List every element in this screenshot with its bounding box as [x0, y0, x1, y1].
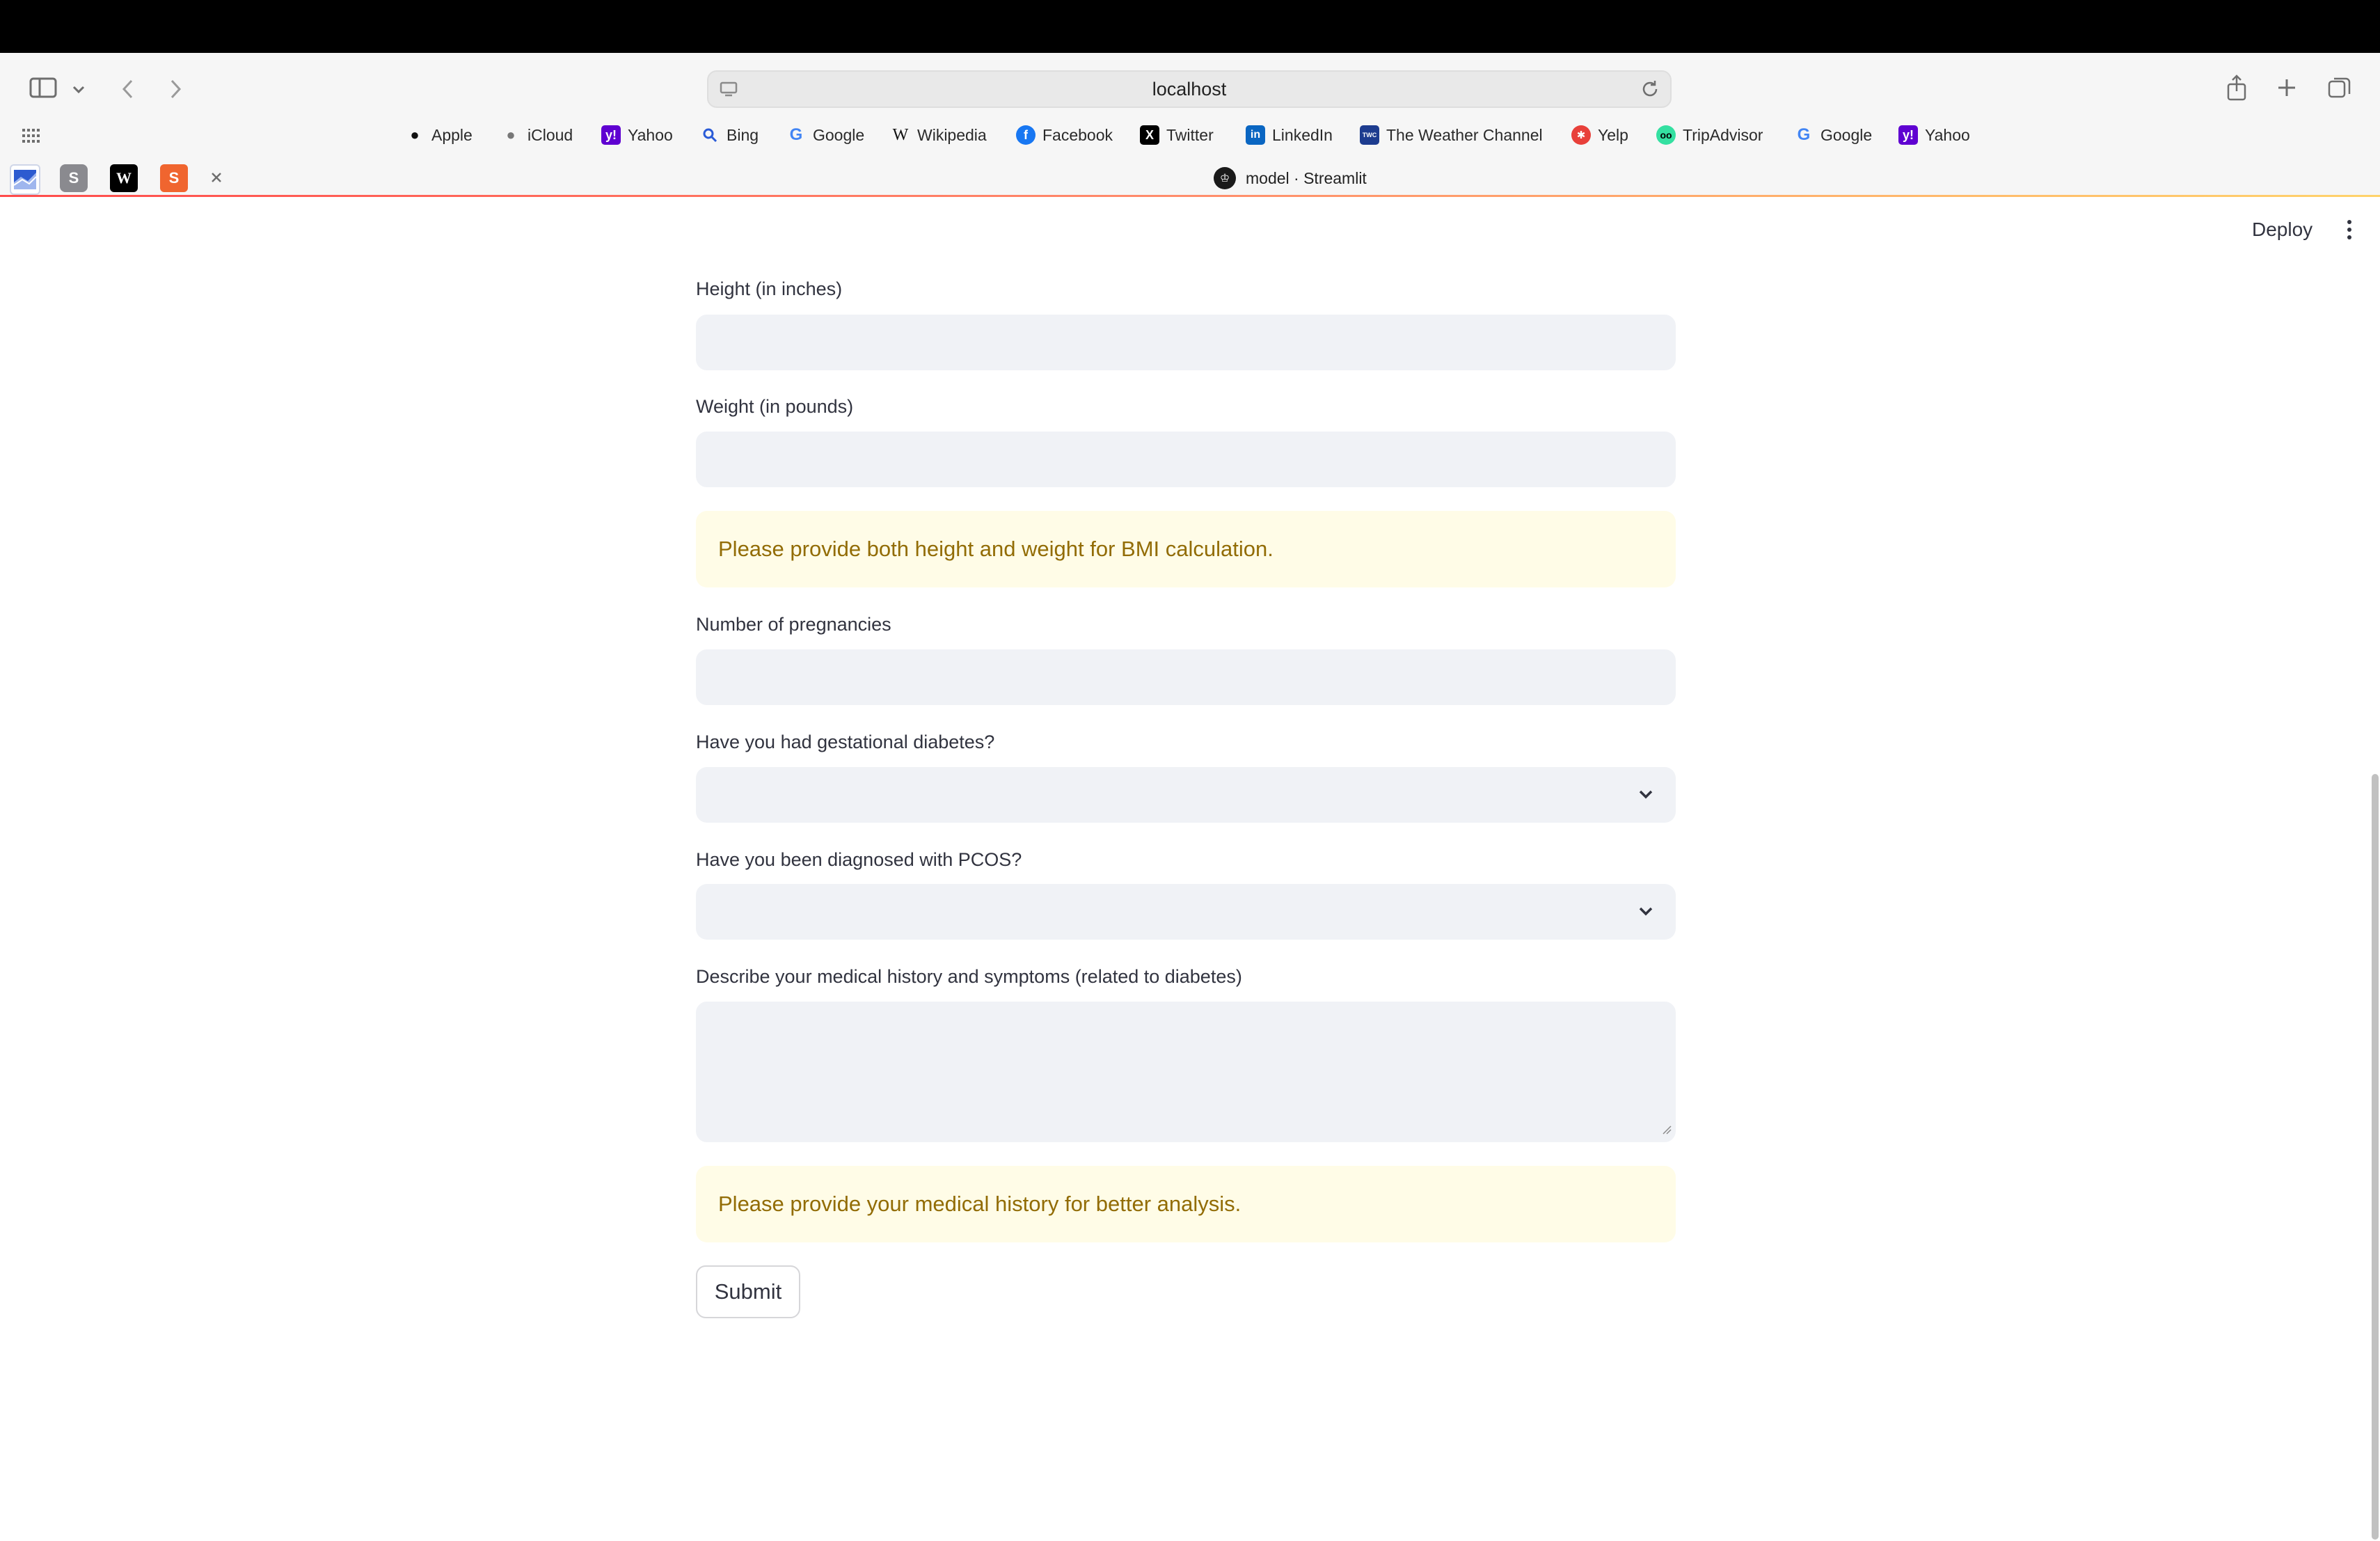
yelp-icon: ✱ — [1571, 125, 1591, 145]
bookmark-apple[interactable]: ● Apple — [405, 121, 473, 149]
bookmark-label: Google — [813, 125, 865, 144]
bookmark-label: Apple — [431, 125, 473, 144]
height-label: Height (in inches) — [696, 278, 843, 299]
header-decoration-line — [0, 195, 2380, 197]
back-icon[interactable] — [117, 75, 138, 103]
pcos-label: Have you been diagnosed with PCOS? — [696, 849, 1022, 870]
linkedin-icon: in — [1246, 125, 1265, 145]
google-icon: G — [789, 125, 803, 144]
apps-grid-icon[interactable] — [21, 125, 42, 146]
bookmark-yahoo-2[interactable]: y! Yahoo — [1898, 121, 1970, 149]
medical-history-label: Describe your medical history and sympto… — [696, 966, 1242, 987]
tripadvisor-icon: oo — [1656, 125, 1676, 145]
weight-input[interactable] — [696, 432, 1676, 487]
url-text: localhost — [1152, 79, 1227, 100]
active-tab[interactable]: ♔ model · Streamlit — [1214, 163, 1367, 193]
weather-channel-icon: TWC — [1360, 125, 1379, 145]
w-tab-icon[interactable]: W — [110, 164, 138, 192]
apple-icon: ● — [506, 126, 516, 143]
gestational-diabetes-label: Have you had gestational diabetes? — [696, 732, 995, 752]
resize-grip-icon[interactable] — [1660, 1123, 1672, 1138]
share-icon[interactable] — [2223, 72, 2251, 103]
x-icon: X — [1140, 125, 1159, 145]
chevron-down-icon[interactable] — [70, 81, 88, 99]
new-tab-icon[interactable] — [2273, 74, 2301, 102]
forward-icon[interactable] — [166, 75, 187, 103]
wikipedia-icon: W — [892, 125, 909, 144]
medical-history-textarea[interactable] — [696, 1002, 1676, 1142]
favorites-bar: ● Apple ● iCloud y! Yahoo Bing G Google W Wik… — [0, 121, 2380, 149]
bookmark-label: Wikipedia — [917, 125, 987, 144]
tab-bar: S W S ♔ model · Streamlit — [0, 159, 2380, 196]
bookmark-tripadvisor[interactable]: oo TripAdvisor — [1656, 121, 1763, 149]
main-menu-icon[interactable] — [2341, 216, 2358, 244]
address-bar[interactable]: localhost — [707, 70, 1672, 108]
top-black-bar — [0, 0, 2380, 53]
streamlit-logo-icon: ♔ — [1214, 167, 1236, 189]
search-icon — [700, 125, 720, 145]
bookmark-label: Twitter — [1166, 125, 1214, 144]
close-tab-icon[interactable] — [207, 168, 225, 187]
bookmark-google-2[interactable]: G Google — [1794, 121, 1873, 149]
bookmark-label: LinkedIn — [1272, 125, 1333, 144]
tab-glyph: W — [116, 169, 132, 187]
s-tab-icon[interactable]: S — [60, 164, 88, 192]
apple-icon: ● — [410, 126, 420, 143]
medical-history-warning-alert: Please provide your medical history for … — [696, 1166, 1676, 1242]
tab-overview-icon[interactable] — [2326, 74, 2354, 102]
tab-glyph: S — [168, 169, 180, 187]
bookmark-yelp[interactable]: ✱ Yelp — [1571, 121, 1628, 149]
bookmark-label: Yahoo — [628, 125, 673, 144]
bookmark-weather-channel[interactable]: TWC The Weather Channel — [1360, 121, 1543, 149]
submit-button[interactable]: Submit — [696, 1265, 800, 1318]
chart-tab-icon[interactable] — [10, 164, 40, 195]
active-tab-title: model · Streamlit — [1246, 168, 1367, 187]
tab-glyph: S — [68, 169, 79, 187]
bookmark-yahoo[interactable]: y! Yahoo — [601, 121, 673, 149]
pcos-select[interactable] — [696, 884, 1676, 940]
bookmark-label: Yelp — [1598, 125, 1628, 144]
height-input[interactable] — [696, 315, 1676, 370]
pregnancies-label: Number of pregnancies — [696, 614, 891, 635]
facebook-icon: f — [1016, 125, 1036, 145]
gestational-diabetes-select[interactable] — [696, 767, 1676, 823]
bookmark-google[interactable]: G Google — [786, 121, 865, 149]
bookmark-icloud[interactable]: ● iCloud — [501, 121, 573, 149]
bmi-warning-alert: Please provide both height and weight fo… — [696, 511, 1676, 587]
bookmark-label: iCloud — [527, 125, 573, 144]
bookmark-label: The Weather Channel — [1386, 125, 1543, 144]
sublime-tab-icon[interactable]: S — [160, 164, 188, 192]
deploy-button[interactable]: Deploy — [2238, 213, 2326, 246]
sidebar-toggle-icon[interactable] — [28, 75, 58, 100]
bookmark-label: Google — [1820, 125, 1873, 144]
reload-icon[interactable] — [1640, 79, 1660, 103]
chevron-down-icon — [1637, 902, 1655, 924]
bookmark-label: Bing — [727, 125, 759, 144]
weight-label: Weight (in pounds) — [696, 396, 854, 417]
bookmark-label: TripAdvisor — [1683, 125, 1763, 144]
pregnancies-input[interactable] — [696, 649, 1676, 705]
bookmark-twitter[interactable]: X Twitter — [1140, 121, 1214, 149]
bookmark-linkedin[interactable]: in LinkedIn — [1246, 121, 1333, 149]
page-scrollbar[interactable] — [2372, 774, 2379, 1540]
yahoo-icon: y! — [1898, 125, 1918, 145]
bookmark-facebook[interactable]: f Facebook — [1016, 121, 1113, 149]
google-icon: G — [1797, 125, 1811, 144]
bookmark-label: Yahoo — [1925, 125, 1970, 144]
yahoo-icon: y! — [601, 125, 621, 145]
bookmark-label: Facebook — [1042, 125, 1113, 144]
bookmark-wikipedia[interactable]: W Wikipedia — [891, 121, 987, 149]
bookmark-bing[interactable]: Bing — [700, 121, 759, 149]
chevron-down-icon — [1637, 785, 1655, 807]
